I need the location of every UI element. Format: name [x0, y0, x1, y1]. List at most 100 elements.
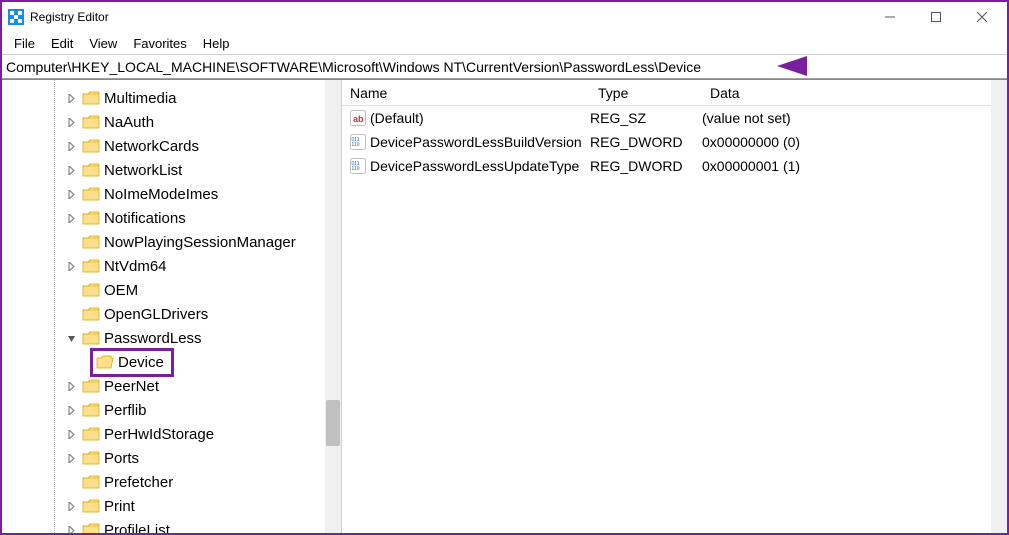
tree-node-notifications[interactable]: Notifications — [22, 206, 341, 230]
string-value-icon — [350, 110, 366, 126]
binary-value-icon — [350, 158, 366, 174]
chevron-right-icon[interactable] — [64, 430, 78, 439]
value-row[interactable]: DevicePasswordLessUpdateTypeREG_DWORD0x0… — [342, 154, 1007, 178]
tree-node-prefetcher[interactable]: Prefetcher — [22, 470, 341, 494]
chevron-right-icon[interactable] — [64, 118, 78, 127]
value-row[interactable]: DevicePasswordLessBuildVersionREG_DWORD0… — [342, 130, 1007, 154]
minimize-button[interactable] — [867, 3, 913, 31]
tree-node-label: OpenGLDrivers — [104, 306, 208, 323]
value-name: (Default) — [370, 110, 424, 126]
tree-node-label: Device — [118, 354, 164, 371]
menu-file[interactable]: File — [6, 34, 43, 53]
tree-node-label: NowPlayingSessionManager — [104, 234, 296, 251]
folder-icon — [82, 379, 100, 393]
folder-icon — [82, 211, 100, 225]
close-button[interactable] — [959, 3, 1005, 31]
chevron-right-icon[interactable] — [64, 262, 78, 271]
tree-node-label: OEM — [104, 282, 138, 299]
tree-node-label: Print — [104, 498, 135, 515]
tree-node-passwordless[interactable]: PasswordLess — [22, 326, 341, 350]
folder-icon — [82, 187, 100, 201]
folder-icon — [82, 403, 100, 417]
folder-icon — [82, 163, 100, 177]
binary-value-icon — [350, 134, 366, 150]
values-list[interactable]: Name Type Data (Default)REG_SZ(value not… — [342, 80, 1007, 533]
chevron-down-icon[interactable] — [64, 334, 78, 343]
tree-node-oem[interactable]: OEM — [22, 278, 341, 302]
tree-node-peernet[interactable]: PeerNet — [22, 374, 341, 398]
folder-icon — [82, 523, 100, 533]
maximize-button[interactable] — [913, 3, 959, 31]
chevron-right-icon[interactable] — [64, 454, 78, 463]
tree-node-ntvdm64[interactable]: NtVdm64 — [22, 254, 341, 278]
tree-node-print[interactable]: Print — [22, 494, 341, 518]
tree-node-perflib[interactable]: Perflib — [22, 398, 341, 422]
chevron-right-icon[interactable] — [64, 214, 78, 223]
folder-open-icon — [96, 355, 114, 369]
tree-node-profilelist[interactable]: ProfileList — [22, 518, 341, 533]
tree-scrollbar-track[interactable] — [325, 80, 341, 533]
tree-node-device[interactable]: Device — [22, 350, 341, 374]
tree-scrollbar-thumb[interactable] — [326, 400, 340, 446]
tree-node-networkcards[interactable]: NetworkCards — [22, 134, 341, 158]
folder-icon — [82, 475, 100, 489]
tree-node-perhwidstorage[interactable]: PerHwIdStorage — [22, 422, 341, 446]
tree-view[interactable]: Multimedia NaAuth NetworkCards NetworkList N… — [2, 80, 342, 533]
menu-edit[interactable]: Edit — [43, 34, 81, 53]
folder-icon — [82, 307, 100, 321]
chevron-right-icon[interactable] — [64, 526, 78, 534]
tree-guide-line — [54, 80, 55, 533]
col-type[interactable]: Type — [590, 85, 702, 101]
tree-node-label: PasswordLess — [104, 330, 202, 347]
chevron-right-icon[interactable] — [64, 406, 78, 415]
app-icon — [8, 9, 24, 25]
tree-node-label: NetworkCards — [104, 138, 199, 155]
chevron-right-icon[interactable] — [64, 94, 78, 103]
folder-icon — [82, 139, 100, 153]
tree-node-opengldrivers[interactable]: OpenGLDrivers — [22, 302, 341, 326]
tree-node-label: Multimedia — [104, 90, 177, 107]
folder-icon — [82, 91, 100, 105]
main-content: Multimedia NaAuth NetworkCards NetworkList N… — [2, 79, 1007, 533]
tree-node-networklist[interactable]: NetworkList — [22, 158, 341, 182]
tree-node-nowplayingsessionmanager[interactable]: NowPlayingSessionManager — [22, 230, 341, 254]
tree-node-label: NtVdm64 — [104, 258, 167, 275]
tree-node-highlight: Device — [94, 352, 170, 373]
tree-node-label: NetworkList — [104, 162, 182, 179]
tree-node-multimedia[interactable]: Multimedia — [22, 86, 341, 110]
chevron-right-icon[interactable] — [64, 166, 78, 175]
col-data[interactable]: Data — [702, 85, 1007, 101]
tree-node-label: ProfileList — [104, 522, 170, 534]
folder-icon — [82, 451, 100, 465]
tree-node-label: Prefetcher — [104, 474, 173, 491]
col-name[interactable]: Name — [342, 85, 590, 101]
tree-node-noimemodeimes[interactable]: NoImeModeImes — [22, 182, 341, 206]
chevron-right-icon[interactable] — [64, 382, 78, 391]
values-header: Name Type Data — [342, 80, 1007, 106]
folder-icon — [82, 235, 100, 249]
tree-node-naauth[interactable]: NaAuth — [22, 110, 341, 134]
address-bar[interactable]: Computer\HKEY_LOCAL_MACHINE\SOFTWARE\Mic… — [2, 54, 1007, 79]
chevron-right-icon[interactable] — [64, 502, 78, 511]
value-name: DevicePasswordLessUpdateType — [370, 158, 579, 174]
value-type: REG_DWORD — [590, 158, 702, 174]
chevron-right-icon[interactable] — [64, 190, 78, 199]
value-row[interactable]: (Default)REG_SZ(value not set) — [342, 106, 1007, 130]
folder-icon — [82, 331, 100, 345]
folder-icon — [82, 427, 100, 441]
menu-favorites[interactable]: Favorites — [125, 34, 194, 53]
folder-icon — [82, 283, 100, 297]
address-path: Computer\HKEY_LOCAL_MACHINE\SOFTWARE\Mic… — [6, 59, 701, 75]
tree-node-label: Notifications — [104, 210, 186, 227]
chevron-right-icon[interactable] — [64, 142, 78, 151]
menu-help[interactable]: Help — [195, 34, 238, 53]
window-title: Registry Editor — [30, 10, 867, 24]
tree-node-label: PeerNet — [104, 378, 159, 395]
menu-view[interactable]: View — [81, 34, 125, 53]
values-scrollbar-track[interactable] — [991, 80, 1007, 533]
tree-node-label: Perflib — [104, 402, 147, 419]
value-data: (value not set) — [702, 110, 1007, 126]
title-bar: Registry Editor — [2, 2, 1007, 32]
folder-icon — [82, 115, 100, 129]
tree-node-ports[interactable]: Ports — [22, 446, 341, 470]
